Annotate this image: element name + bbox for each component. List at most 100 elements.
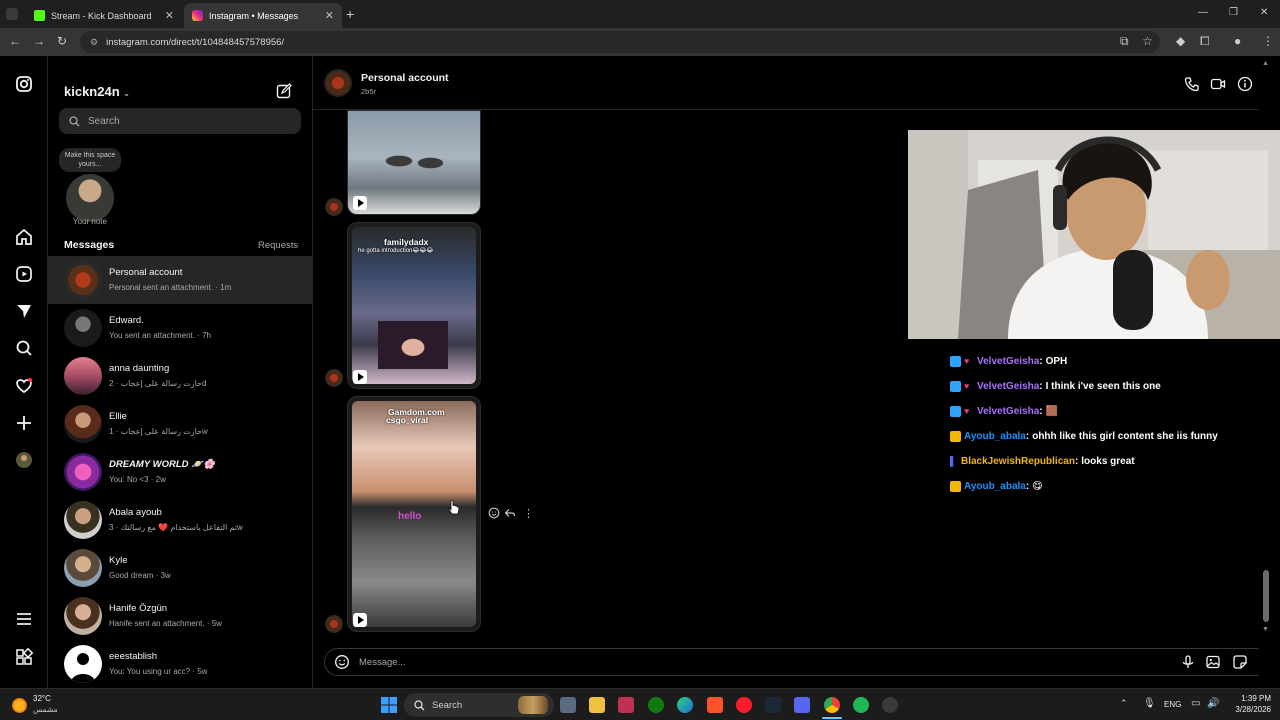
conversation-item[interactable]: DREAMY WORLD 🪐🌸 You: No <3 · 2w (48, 448, 313, 496)
xbox-icon[interactable] (648, 697, 664, 713)
tab-kick-dashboard[interactable]: Stream - Kick Dashboard ✕ (26, 3, 182, 28)
language-indicator[interactable]: ENG (1164, 700, 1181, 709)
brave-icon[interactable] (707, 697, 723, 713)
messages-heading: Messages (64, 239, 115, 251)
tab-instagram-messages[interactable]: Instagram • Messages ✕ (184, 3, 342, 28)
tray-overflow-icon[interactable]: ⌃ (1120, 698, 1128, 709)
close-icon[interactable]: ✕ (165, 9, 174, 22)
back-icon[interactable]: ← (9, 34, 21, 48)
phone-call-icon[interactable] (1184, 76, 1200, 92)
microphone-tray-icon[interactable]: 🎙 (1143, 698, 1156, 709)
clock-date[interactable]: 3/28/2026 (1226, 705, 1271, 714)
chat-subtitle: 2b5r (361, 87, 377, 96)
site-info-icon[interactable]: ⚙ (90, 37, 98, 48)
instagram-logo-icon[interactable] (14, 74, 34, 94)
instagram-nav-rail (0, 56, 48, 688)
avatar (64, 309, 102, 347)
new-tab-button[interactable]: + (346, 6, 354, 22)
reload-icon[interactable]: ↻ (57, 34, 67, 48)
reels-icon[interactable] (14, 264, 34, 284)
conversation-item[interactable]: Abala ayoub تم التفاعل باستخدام ❤️ مع رس… (48, 496, 313, 544)
opera-icon[interactable] (736, 697, 752, 713)
chat-message: I think i've seen this one (1045, 381, 1161, 392)
emoji-picker-icon[interactable] (334, 654, 350, 670)
conversation-item[interactable]: eeestablish You: You using ur acc? · 5w (48, 640, 313, 688)
volume-icon[interactable]: 🔊 (1207, 698, 1219, 709)
extensions-puzzle-icon[interactable]: ⧠ (1200, 34, 1210, 49)
spotify-icon[interactable] (853, 697, 869, 713)
your-note-avatar[interactable] (66, 174, 114, 222)
note-bubble[interactable]: Make this space yours... (59, 148, 121, 172)
account-switcher[interactable]: kickn24n ⌄ (64, 84, 130, 99)
clock-time[interactable]: 1:39 PM (1233, 694, 1271, 703)
scroll-down-arrow-icon[interactable]: ▼ (1262, 626, 1269, 633)
app-icon[interactable] (882, 697, 898, 713)
app-icon[interactable] (618, 697, 634, 713)
more-options-icon[interactable]: ⋮ (523, 507, 534, 520)
conversation-item[interactable]: Edward. You sent an attachment. · 7h (48, 304, 313, 352)
avatar[interactable] (324, 69, 352, 97)
reply-icon[interactable] (504, 507, 516, 519)
chrome-icon[interactable] (824, 697, 840, 713)
shared-reel[interactable]: familydadx he gotta introduction😂😂😂 (347, 222, 481, 389)
conversation-name: DREAMY WORLD 🪐🌸 (109, 459, 215, 470)
install-icon[interactable]: ⧉ (1120, 34, 1129, 49)
tab-title: Instagram • Messages (209, 10, 299, 21)
bookmark-star-icon[interactable]: ☆ (1142, 34, 1153, 48)
info-icon[interactable] (1237, 76, 1253, 92)
restore-button[interactable]: ❐ (1229, 7, 1238, 18)
scroll-up-arrow-icon[interactable]: ▲ (1262, 60, 1269, 67)
chat-title[interactable]: Personal account (361, 72, 449, 84)
windows-start-icon[interactable] (381, 697, 397, 713)
tab-search-button[interactable] (6, 8, 18, 20)
notifications-heart-icon[interactable] (14, 376, 34, 396)
conversation-item[interactable]: Ellie حازت رسالة على إعجاب · 1w (48, 400, 313, 448)
home-icon[interactable] (14, 227, 34, 247)
menu-kebab-icon[interactable]: ⋮ (1262, 34, 1274, 48)
edge-icon[interactable] (677, 697, 693, 713)
also-from-meta-icon[interactable] (14, 647, 34, 667)
taskbar-search[interactable]: Search (404, 693, 554, 717)
weather-temperature[interactable]: 32°C (33, 694, 51, 703)
close-icon[interactable]: ✕ (325, 9, 334, 22)
search-input[interactable]: Search (59, 108, 301, 134)
network-icon[interactable]: ▭ (1191, 698, 1200, 709)
react-emoji-icon[interactable] (488, 507, 500, 519)
window-close-button[interactable]: ✕ (1260, 7, 1268, 18)
sticker-icon[interactable] (1232, 654, 1248, 670)
message-input[interactable]: Message... (324, 648, 1270, 676)
conversation-item[interactable]: Hanife Özgün Hanife sent an attachment. … (48, 592, 313, 640)
chat-username: Ayoub_abala (964, 481, 1026, 492)
forward-icon[interactable]: → (33, 34, 45, 48)
extension-icon[interactable]: ◆ (1176, 34, 1185, 48)
more-menu-icon[interactable] (14, 609, 34, 629)
file-explorer-icon[interactable] (589, 697, 605, 713)
conversation-item[interactable]: Kyle Good dream · 3w (48, 544, 313, 592)
compose-icon[interactable] (276, 83, 292, 99)
shared-reel[interactable]: Gamdom.com csgo_viral hello (347, 396, 481, 632)
requests-link[interactable]: Requests (258, 240, 298, 251)
shared-reel[interactable] (347, 110, 481, 215)
search-icon[interactable] (14, 338, 34, 358)
profile-icon[interactable]: ● (1234, 34, 1241, 48)
create-plus-icon[interactable] (14, 413, 34, 433)
messages-send-icon[interactable] (14, 301, 34, 321)
steam-icon[interactable] (765, 697, 781, 713)
weather-sun-icon[interactable] (12, 698, 27, 713)
minimize-button[interactable]: — (1198, 7, 1208, 18)
task-view-icon[interactable] (560, 697, 576, 713)
chat-username: Ayoub_abala (964, 431, 1026, 442)
microphone-icon[interactable] (1180, 654, 1196, 670)
conversation-item[interactable]: Personal account Personal sent an attach… (48, 256, 313, 304)
video-call-icon[interactable] (1210, 76, 1226, 92)
profile-avatar-icon[interactable] (14, 450, 34, 470)
weather-description[interactable]: مشمس (33, 705, 58, 714)
conversation-preview: تم التفاعل باستخدام ❤️ مع رسالتك · 3w (109, 523, 243, 532)
url-bar[interactable]: ⚙ instagram.com/direct/t/104848457578956… (80, 31, 1160, 53)
discord-icon[interactable] (794, 697, 810, 713)
image-upload-icon[interactable] (1205, 654, 1221, 670)
chat-line: ▌ BlackJewishRepublican: looks great (950, 456, 1135, 467)
scrollbar-thumb[interactable] (1263, 570, 1269, 622)
conversation-name: Personal account (109, 267, 183, 278)
conversation-item[interactable]: anna daunting حازت رسالة على إعجاب · 2d (48, 352, 313, 400)
